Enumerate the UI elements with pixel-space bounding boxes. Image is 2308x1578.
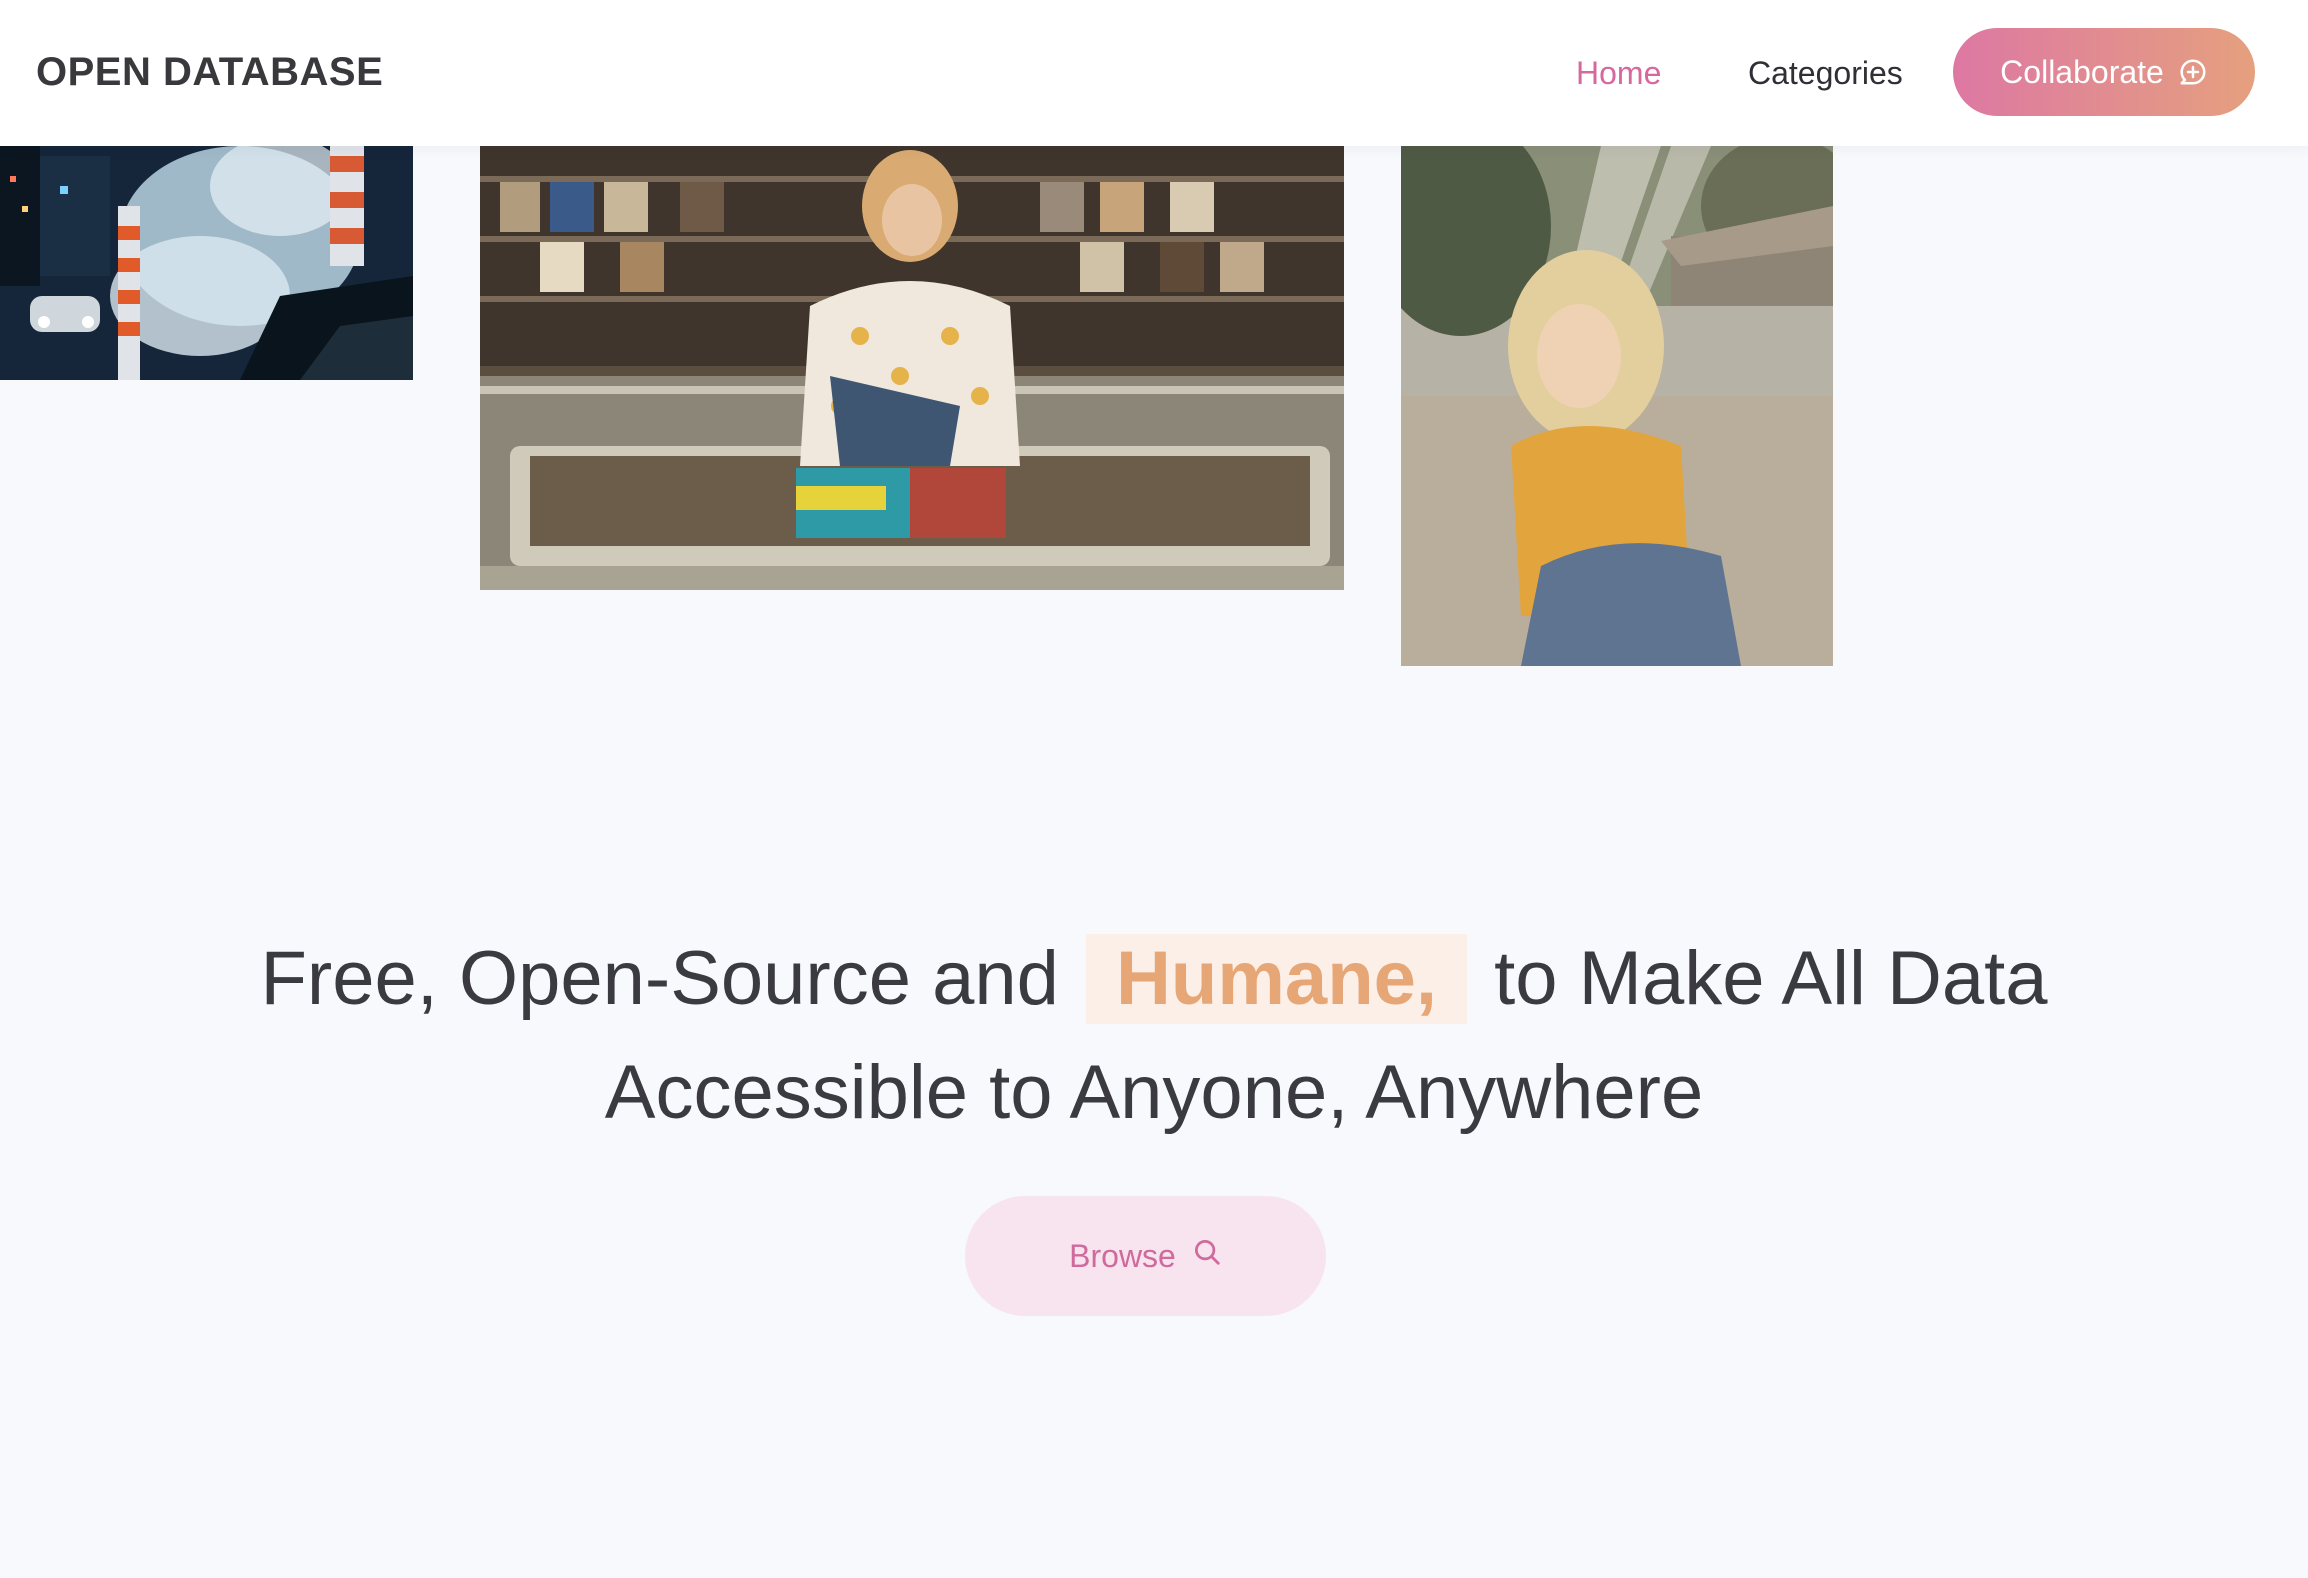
headline-part-before: Free, Open-Source and bbox=[260, 936, 1059, 1021]
record-store-photo bbox=[480, 146, 1344, 590]
chat-bubble-plus-icon bbox=[2178, 57, 2208, 87]
hero-headline: Free, Open-Source and Humane, to Make Al… bbox=[0, 922, 2308, 1150]
smiling-woman-photo bbox=[1401, 146, 1833, 666]
collaborate-label: Collaborate bbox=[2000, 53, 2164, 90]
brand-logo[interactable]: OPEN DATABASE bbox=[36, 46, 383, 98]
city-street-photo bbox=[0, 146, 413, 380]
nav-home-link[interactable]: Home bbox=[1576, 48, 1661, 98]
headline-line-2: Accessible to Anyone, Anywhere bbox=[604, 1050, 1704, 1135]
browse-button[interactable]: Browse bbox=[965, 1196, 1326, 1316]
collaborate-button[interactable]: Collaborate bbox=[1953, 28, 2255, 116]
headline-highlight: Humane, bbox=[1086, 934, 1468, 1024]
search-icon bbox=[1192, 1237, 1222, 1275]
nav-categories-link[interactable]: Categories bbox=[1748, 48, 1903, 98]
headline-part-after: to Make All Data bbox=[1494, 936, 2048, 1021]
browse-label: Browse bbox=[1069, 1237, 1176, 1274]
site-header: OPEN DATABASE Home Categories Collaborat… bbox=[0, 0, 2308, 146]
